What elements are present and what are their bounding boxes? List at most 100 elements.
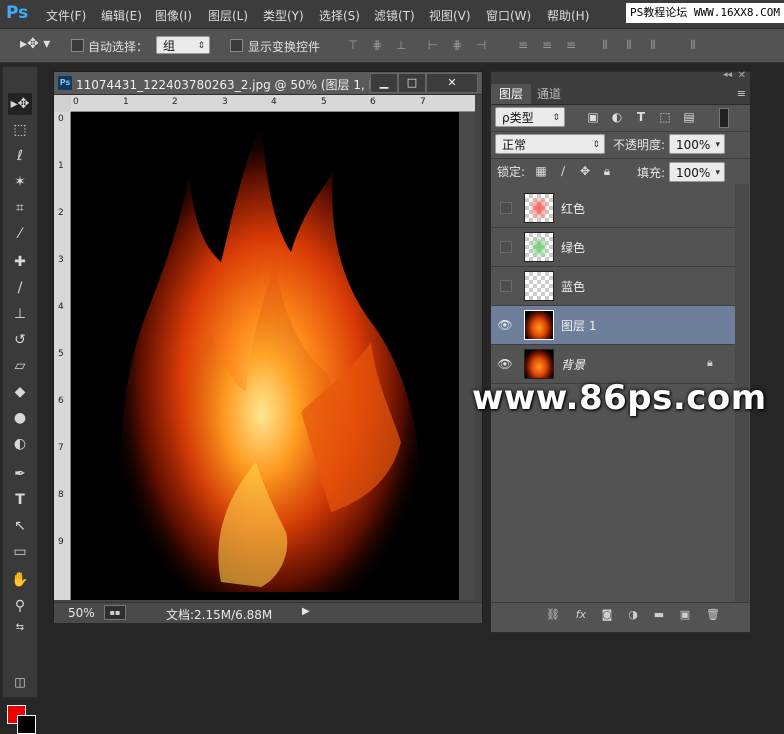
new-group-icon[interactable]: ▬ <box>651 608 667 622</box>
layer-name[interactable]: 蓝色 <box>561 278 585 295</box>
menu-select[interactable]: 选择(S) <box>319 7 360 24</box>
layer-row-layer1[interactable]: 👁︎ 图层 1 <box>491 306 735 345</box>
filter-shape-icon[interactable]: ⬚ <box>657 109 673 125</box>
filter-adjustment-icon[interactable]: ◐ <box>609 109 625 125</box>
delete-layer-icon[interactable]: 🗑︎ <box>705 608 721 622</box>
status-preview-icon[interactable]: ▪▪ <box>104 605 126 620</box>
adjustment-layer-icon[interactable]: ◑ <box>625 608 641 622</box>
show-transform-checkbox[interactable] <box>230 39 243 52</box>
pen-tool-icon[interactable]: ✒ <box>8 463 32 485</box>
menu-layer[interactable]: 图层(L) <box>208 7 248 24</box>
link-layers-icon[interactable]: ⛓ <box>545 608 561 622</box>
eye-icon[interactable]: 👁︎ <box>495 306 515 344</box>
filter-toggle-switch[interactable] <box>719 108 729 128</box>
rectangle-tool-icon[interactable]: ▭ <box>8 541 32 563</box>
eyedropper-icon[interactable]: ⁄ <box>8 223 32 245</box>
background-color-swatch[interactable] <box>17 715 36 734</box>
zoom-tool-icon[interactable]: ⚲ <box>8 595 32 617</box>
magic-wand-icon[interactable]: ✶ <box>8 171 32 193</box>
quick-mask-icon[interactable]: ◫ <box>8 671 32 693</box>
layer-row-green[interactable]: 绿色 <box>491 228 735 267</box>
align-left-icon[interactable]: ⊢ <box>426 38 440 52</box>
paint-bucket-icon[interactable]: ◆ <box>8 381 32 403</box>
swap-colors-icon[interactable]: ⇆ <box>8 617 32 639</box>
distribute-vcenter-icon[interactable]: ≡ <box>540 38 554 52</box>
filter-smart-object-icon[interactable]: ▤ <box>681 109 697 125</box>
blur-tool-icon[interactable]: ● <box>8 407 32 429</box>
layer-row-blue[interactable]: 蓝色 <box>491 267 735 306</box>
layer-row-red[interactable]: 红色 <box>491 189 735 228</box>
visibility-toggle[interactable] <box>500 202 512 214</box>
lock-transparency-icon[interactable]: ▦ <box>533 163 549 179</box>
layer-name[interactable]: 图层 1 <box>561 317 596 334</box>
layer-mask-icon[interactable]: ◙ <box>599 608 615 622</box>
vertical-scrollbar[interactable] <box>459 112 475 600</box>
align-vcenter-icon[interactable]: ⋕ <box>370 38 384 52</box>
hand-tool-icon[interactable]: ✋ <box>8 569 32 591</box>
menu-edit[interactable]: 编辑(E) <box>101 7 142 24</box>
menu-help[interactable]: 帮助(H) <box>547 7 589 24</box>
auto-select-dropdown[interactable]: 组 ⇕ <box>156 36 210 54</box>
opacity-field[interactable]: 100% ▾ <box>669 134 725 154</box>
eraser-icon[interactable]: ▱ <box>8 355 32 377</box>
close-panel-icon[interactable]: ✕ <box>738 70 746 81</box>
zoom-level[interactable]: 50% <box>68 606 95 620</box>
align-right-icon[interactable]: ⊣ <box>474 38 488 52</box>
align-hcenter-icon[interactable]: ⋕ <box>450 38 464 52</box>
marquee-tool-icon[interactable]: ⬚ <box>8 119 32 141</box>
layer-style-icon[interactable]: fx <box>573 608 589 622</box>
dodge-tool-icon[interactable]: ◐ <box>8 433 32 455</box>
visibility-toggle[interactable] <box>500 280 512 292</box>
menu-file[interactable]: 文件(F) <box>46 7 86 24</box>
new-layer-icon[interactable]: ▣ <box>677 608 693 622</box>
healing-brush-icon[interactable]: ✚ <box>8 251 32 273</box>
layer-name[interactable]: 背景 <box>561 356 585 373</box>
distribute-right-icon[interactable]: ⦀ <box>646 38 660 52</box>
auto-align-icon[interactable]: ⦀ <box>686 38 700 52</box>
panel-header[interactable]: ◂◂ ✕ <box>491 70 750 84</box>
lock-position-icon[interactable]: ✥ <box>577 163 593 179</box>
ruler-origin[interactable] <box>54 95 71 112</box>
filter-type-icon[interactable]: T <box>633 109 649 125</box>
collapse-panel-icon[interactable]: ◂◂ <box>723 70 732 80</box>
history-brush-icon[interactable]: ↺ <box>8 329 32 351</box>
tab-layers[interactable]: 图层 <box>491 84 532 104</box>
layer-filter-dropdown[interactable]: ρ类型 ⇕ <box>495 107 565 127</box>
image-canvas[interactable] <box>71 112 459 600</box>
horizontal-ruler[interactable]: 0 1 2 3 4 5 6 7 <box>71 95 475 112</box>
type-tool-icon[interactable]: T <box>8 489 32 511</box>
brush-tool-icon[interactable]: ∕ <box>8 277 32 299</box>
visibility-toggle[interactable] <box>500 241 512 253</box>
clone-stamp-icon[interactable]: ⊥ <box>8 303 32 325</box>
auto-select-checkbox[interactable] <box>71 39 84 52</box>
lock-image-pixels-icon[interactable]: ∕ <box>555 163 571 179</box>
minimize-button[interactable]: ▁ <box>370 73 398 93</box>
menu-view[interactable]: 视图(V) <box>429 7 471 24</box>
move-tool-icon[interactable]: ▸✥ <box>8 93 32 115</box>
lock-all-icon[interactable]: 🔒︎ <box>599 163 615 179</box>
move-tool-preset-icon[interactable]: ▸✥ ▾ <box>20 36 50 52</box>
distribute-hcenter-icon[interactable]: ⦀ <box>622 38 636 52</box>
status-menu-arrow-icon[interactable]: ▶ <box>302 606 310 617</box>
distribute-left-icon[interactable]: ⦀ <box>598 38 612 52</box>
distribute-top-icon[interactable]: ≡ <box>516 38 530 52</box>
document-titlebar[interactable]: Ps 11074431_122403780263_2.jpg @ 50% (图层… <box>54 72 482 95</box>
menu-image[interactable]: 图像(I) <box>155 7 192 24</box>
vertical-ruler[interactable]: 0 1 2 3 4 5 6 7 8 9 <box>54 112 71 600</box>
fill-field[interactable]: 100% ▾ <box>669 162 725 182</box>
path-selection-icon[interactable]: ↖ <box>8 515 32 537</box>
panel-menu-icon[interactable]: ≡ <box>737 87 746 100</box>
menu-type[interactable]: 类型(Y) <box>263 7 304 24</box>
close-button[interactable]: ✕ <box>426 73 478 93</box>
layer-name[interactable]: 红色 <box>561 200 585 217</box>
align-bottom-icon[interactable]: ⊥ <box>394 38 408 52</box>
blend-mode-dropdown[interactable]: 正常 ⇕ <box>495 134 605 154</box>
menu-filter[interactable]: 滤镜(T) <box>374 7 415 24</box>
maximize-button[interactable]: □ <box>398 73 426 93</box>
layer-name[interactable]: 绿色 <box>561 239 585 256</box>
menu-window[interactable]: 窗口(W) <box>486 7 531 24</box>
crop-tool-icon[interactable]: ⌗ <box>8 197 32 219</box>
filter-pixel-icon[interactable]: ▣ <box>585 109 601 125</box>
lasso-tool-icon[interactable]: ℓ <box>8 145 32 167</box>
tab-channels[interactable]: 通道 <box>529 84 569 104</box>
